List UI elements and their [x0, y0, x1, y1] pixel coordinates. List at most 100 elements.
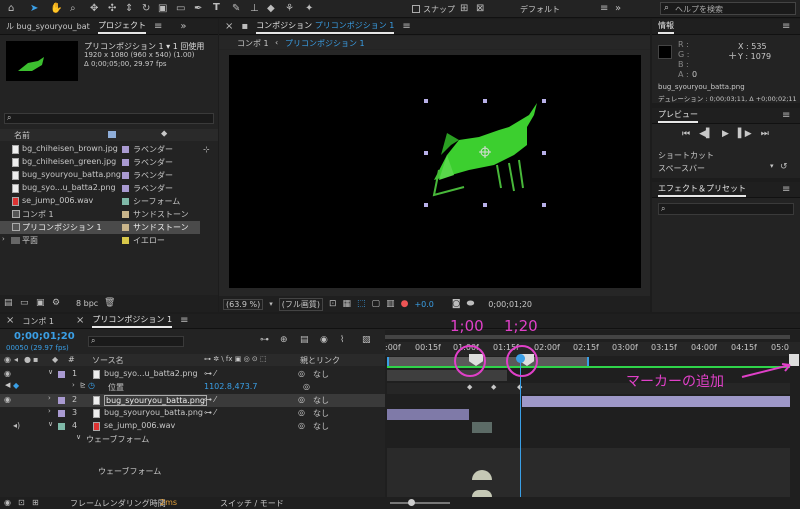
list-item[interactable]: se_jump_006.wav シーフォーム	[0, 195, 200, 208]
project-search[interactable]: ⌕	[4, 113, 214, 124]
viewer-timecode[interactable]: 0;00;01;20	[488, 300, 532, 309]
keyframe-diamond[interactable]: ◆	[467, 383, 472, 391]
stopwatch-icon[interactable]: ◷	[88, 381, 95, 390]
tab-effects-presets[interactable]: エフェクト＆プリセット	[658, 183, 746, 197]
selection-tool-icon[interactable]: ➤	[30, 3, 38, 15]
panel-menu-icon[interactable]: ≡	[782, 184, 790, 196]
workspace-menu-icon[interactable]: ≡	[600, 3, 608, 15]
timeline-search[interactable]: ⌕	[88, 336, 184, 347]
table-row[interactable]: › 3 bug_syouryou_batta.png ⊶ ⁄ ◎ なし	[0, 407, 385, 420]
work-area-range[interactable]	[387, 357, 589, 366]
orbit-tool-icon[interactable]: ✥	[90, 3, 98, 15]
show-snapshot-icon[interactable]: ⬬	[467, 298, 475, 310]
table-row[interactable]: ∨ ウェーブフォーム	[0, 433, 385, 446]
3d-view-icon[interactable]: ▥	[386, 298, 395, 310]
pickwhip-icon[interactable]: ◎	[298, 408, 305, 417]
label-column-icon[interactable]	[108, 131, 116, 138]
panel-menu-icon[interactable]: ≡	[782, 21, 790, 33]
list-item[interactable]: コンポ 1 サンドストーン	[0, 208, 200, 221]
shy-icon[interactable]: ⊕	[280, 334, 288, 346]
eye-icon[interactable]: ◉	[4, 394, 11, 406]
layer-switch-toggle-icon[interactable]: ⊡	[18, 497, 25, 509]
keyframe-nav-icon[interactable]: ◀	[5, 381, 10, 389]
close-tab-icon[interactable]: ×	[225, 21, 233, 33]
keyframe-icon[interactable]: ◆	[13, 381, 19, 390]
more-workspaces-icon[interactable]: »	[615, 3, 621, 15]
trash-icon[interactable]: 🗑	[104, 297, 115, 309]
pickwhip-icon[interactable]: ◎	[298, 421, 305, 430]
panel-menu-icon[interactable]: ≡	[782, 110, 790, 122]
playhead-line[interactable]	[520, 356, 521, 497]
list-item[interactable]: bg_chiheisen_green.jpg ラベンダー	[0, 156, 200, 169]
frame-blend-icon[interactable]: ▤	[300, 334, 309, 346]
comp-canvas[interactable]	[229, 55, 641, 288]
snap-align-icon[interactable]: ⊠	[476, 3, 484, 15]
list-item-selected[interactable]: プリコンポジション 1 サンドストーン	[0, 221, 200, 234]
roto-tool-icon[interactable]: ⚘	[285, 3, 294, 15]
panel-menu-icon[interactable]: ≡	[402, 21, 410, 33]
shortcut-dropdown[interactable]: スペースバー ▾	[658, 162, 778, 174]
pen-tool-icon[interactable]: ✒	[194, 3, 202, 15]
panel-menu-icon[interactable]: ≡	[180, 315, 188, 327]
list-item[interactable]: bg_chiheisen_brown.jpg ラベンダー	[0, 143, 200, 156]
breadcrumb-precomp[interactable]: プリコンポジション 1	[285, 38, 365, 49]
list-item[interactable]: bug_syouryou_batta.png ラベンダー	[0, 169, 200, 182]
zoom-dropdown[interactable]: (63.9 %)	[223, 298, 264, 310]
hand-tool-icon[interactable]: ✋	[50, 3, 62, 15]
table-row[interactable]: ◂) ∨ 4 se_jump_006.wav ◎ なし	[0, 420, 385, 433]
transparency-grid-icon[interactable]: ▦	[343, 298, 352, 310]
table-row-selected[interactable]: ◉ › 2 bug_syouryou_batta.png ⊶ ⁄ ◎ なし	[0, 394, 385, 407]
layer-color-swatch[interactable]	[58, 410, 65, 417]
tab-preview[interactable]: プレビュー	[658, 109, 698, 123]
stamp-tool-icon[interactable]: ⊥	[250, 3, 259, 15]
guides-icon[interactable]: ▢	[372, 298, 381, 310]
motion-blur-icon[interactable]: ◉	[320, 334, 328, 346]
eye-icon[interactable]: ◉	[4, 368, 11, 380]
snap-options-icon[interactable]: ⊞	[460, 3, 468, 15]
expand-panel-icon[interactable]: »	[180, 21, 186, 33]
quality-dropdown[interactable]: (フル画質)	[278, 297, 323, 311]
pickwhip-icon[interactable]: ◎	[298, 395, 305, 404]
brush-tool-icon[interactable]: ✎	[232, 3, 240, 15]
comp-flowchart-icon[interactable]: ▧	[362, 334, 371, 346]
exposure-value[interactable]: +0.0	[414, 300, 433, 309]
bpc-label[interactable]: 8 bpc	[76, 299, 98, 308]
snap-checkbox[interactable]	[412, 5, 420, 13]
expand-icon[interactable]: ›	[48, 407, 51, 415]
pickwhip-icon[interactable]: ◎	[298, 369, 305, 378]
layer-2-bar[interactable]	[522, 396, 790, 407]
home-icon[interactable]: ⌂	[8, 3, 14, 15]
snapshot-camera-icon[interactable]: ◙	[452, 298, 461, 310]
new-folder-icon[interactable]: ▭	[20, 297, 29, 309]
graph-editor-icon[interactable]: ⌇	[340, 334, 344, 346]
eraser-tool-icon[interactable]: ◆	[267, 3, 275, 15]
breadcrumb-comp1[interactable]: コンポ 1	[237, 38, 269, 49]
column-source-name[interactable]: ソース名	[92, 355, 124, 366]
column-name[interactable]: 名前	[14, 130, 30, 141]
panel-menu-icon[interactable]: ≡	[154, 21, 162, 33]
reset-icon[interactable]: ↺	[780, 161, 788, 173]
next-frame-icon[interactable]: ▌▶	[738, 129, 752, 139]
switches-modes-toggle[interactable]: スイッチ / モード	[220, 498, 284, 509]
column-parent-link[interactable]: 親とリンク	[300, 355, 340, 366]
table-row[interactable]: ◉ ∨ 1 bug_syo...u_batta2.png ⊶ ⁄ ◎ なし	[0, 368, 385, 381]
color-channels-icon[interactable]: ●	[401, 298, 409, 310]
layer-1-bar[interactable]	[387, 370, 507, 381]
tab-info[interactable]: 情報	[658, 20, 674, 34]
dolly-tool-icon[interactable]: ⇕	[125, 3, 133, 15]
flowchart-icon[interactable]: ⊹	[203, 144, 210, 156]
layer-color-swatch[interactable]	[58, 423, 65, 430]
region-of-interest-icon[interactable]: ⊡	[329, 298, 337, 310]
lock-icon[interactable]: ▪	[241, 21, 248, 33]
mask-visibility-icon[interactable]: ⬚	[357, 298, 366, 310]
audio-icon[interactable]: ◂)	[13, 420, 20, 432]
layer-color-swatch[interactable]	[58, 397, 65, 404]
help-search-field[interactable]: ⌕ ヘルプを検索	[660, 2, 796, 15]
settings-icon[interactable]: ⚙	[52, 297, 60, 309]
tab-comp1[interactable]: コンポ 1	[22, 316, 54, 327]
keyframe-diamond[interactable]: ◆	[491, 383, 496, 391]
type-column-icon[interactable]: ⬥	[161, 129, 167, 139]
left-tab-label[interactable]: ル bug_syouryou_batta.png	[6, 21, 90, 32]
prev-frame-icon[interactable]: ◀▌	[699, 129, 713, 139]
position-value[interactable]: 1102.8,473.7	[204, 382, 257, 391]
